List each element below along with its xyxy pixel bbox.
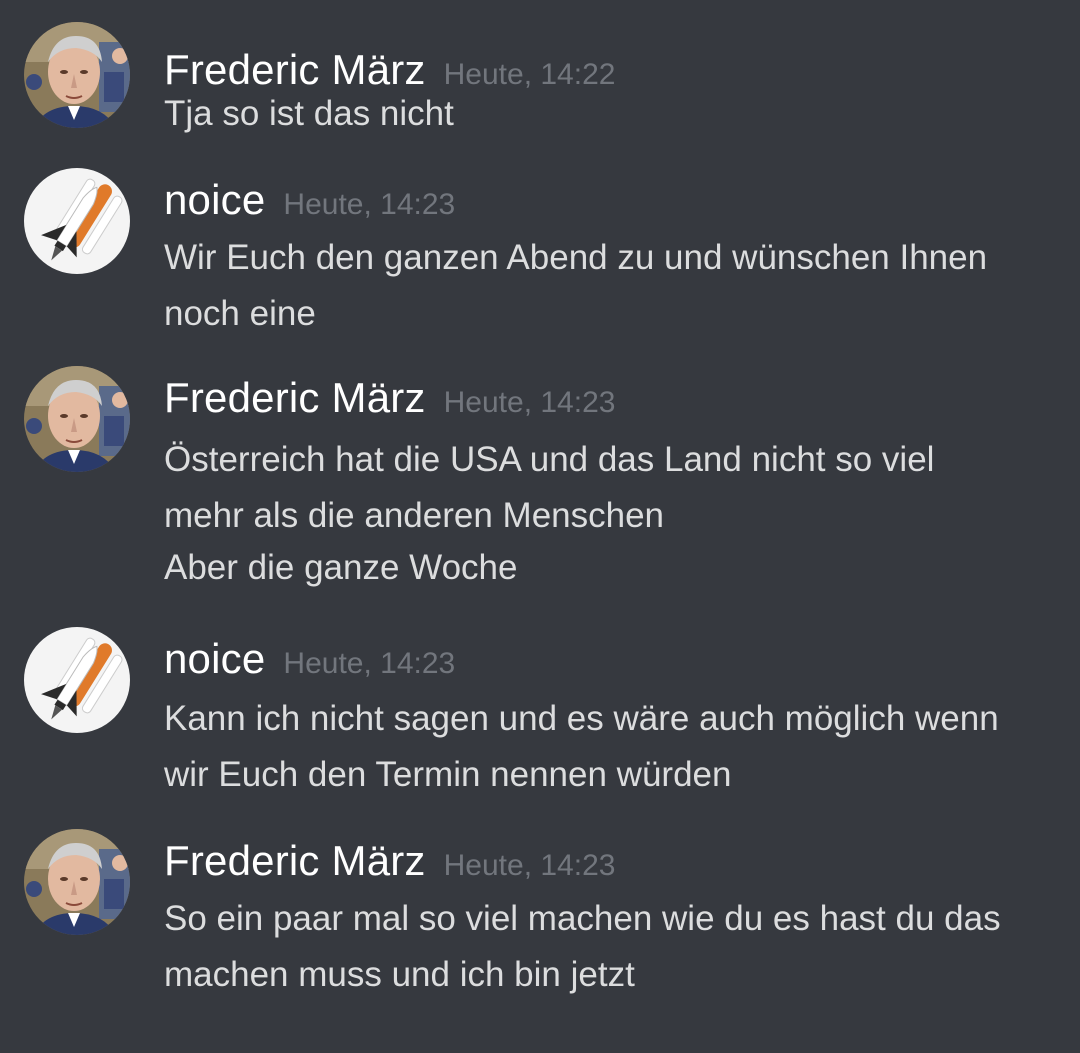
username[interactable]: Frederic März bbox=[164, 837, 426, 885]
username[interactable]: noice bbox=[164, 176, 265, 224]
message-header: noice Heute, 14:23 bbox=[164, 635, 455, 695]
message-header: Frederic März Heute, 14:23 bbox=[164, 374, 615, 434]
chat-message: noice Heute, 14:23 Wir Euch den ganzen A… bbox=[0, 168, 1080, 338]
space-shuttle-avatar[interactable] bbox=[24, 168, 130, 274]
message-text: mehr als die anderen Menschen bbox=[164, 496, 665, 535]
message-text: noch eine bbox=[164, 294, 316, 333]
message-content: Kann ich nicht sagen und es wäre auch mö… bbox=[164, 691, 1054, 803]
message-text: Tja so ist das nicht bbox=[164, 94, 454, 133]
chat-message: noice Heute, 14:23 Kann ich nicht sagen … bbox=[0, 627, 1080, 802]
chat-message-list: Frederic März Heute, 14:22 Tja so ist da… bbox=[0, 0, 1080, 1053]
timestamp[interactable]: Heute, 14:23 bbox=[444, 386, 616, 420]
man-portrait-avatar[interactable] bbox=[24, 829, 130, 935]
chat-message: Frederic März Heute, 14:23 Österreich ha… bbox=[0, 366, 1080, 596]
space-shuttle-avatar[interactable] bbox=[24, 627, 130, 733]
timestamp[interactable]: Heute, 14:23 bbox=[283, 188, 455, 222]
message-text: Aber die ganze Woche bbox=[164, 548, 518, 587]
message-content: Wir Euch den ganzen Abend zu und wünsche… bbox=[164, 230, 1054, 342]
timestamp[interactable]: Heute, 14:23 bbox=[283, 647, 455, 681]
message-text: wir Euch den Termin nennen würden bbox=[164, 755, 732, 794]
chat-message: Frederic März Heute, 14:23 So ein paar m… bbox=[0, 829, 1080, 1004]
chat-message: Frederic März Heute, 14:22 Tja so ist da… bbox=[0, 22, 1080, 142]
timestamp[interactable]: Heute, 14:23 bbox=[444, 849, 616, 883]
message-text: Wir Euch den ganzen Abend zu und wünsche… bbox=[164, 238, 988, 277]
message-text: machen muss und ich bin jetzt bbox=[164, 955, 635, 994]
man-portrait-avatar[interactable] bbox=[24, 22, 130, 128]
message-content: Tja so ist das nicht bbox=[164, 86, 1054, 142]
message-header: Frederic März Heute, 14:23 bbox=[164, 837, 615, 897]
message-text: Österreich hat die USA und das Land nich… bbox=[164, 440, 935, 479]
man-portrait-avatar[interactable] bbox=[24, 366, 130, 472]
username[interactable]: Frederic März bbox=[164, 374, 426, 422]
username[interactable]: noice bbox=[164, 635, 265, 683]
message-text: Kann ich nicht sagen und es wäre auch mö… bbox=[164, 699, 999, 738]
message-header: noice Heute, 14:23 bbox=[164, 176, 455, 236]
message-content: So ein paar mal so viel machen wie du es… bbox=[164, 891, 1054, 1003]
message-text: So ein paar mal so viel machen wie du es… bbox=[164, 899, 1001, 938]
message-content: Österreich hat die USA und das Land nich… bbox=[164, 432, 1054, 596]
